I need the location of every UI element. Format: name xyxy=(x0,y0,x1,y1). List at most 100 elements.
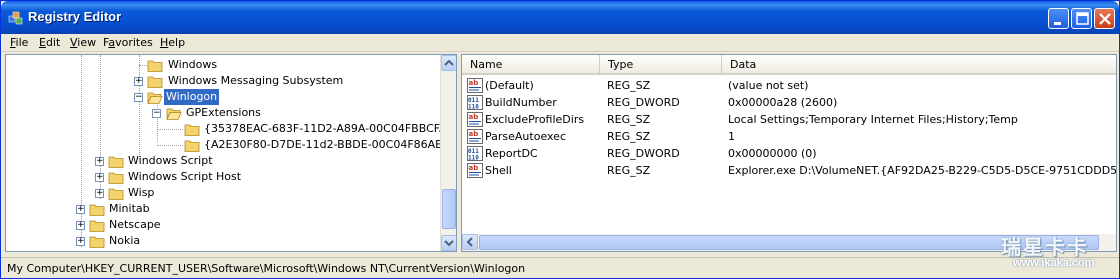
tree-item-label: GPExtensions xyxy=(186,106,261,119)
value-type: REG_DWORD xyxy=(607,147,680,160)
tree-item-minitab[interactable]: + Minitab xyxy=(6,201,436,217)
menu-edit[interactable]: Edit xyxy=(39,36,60,49)
menu-bar: File Edit View Favorites Help xyxy=(1,34,1119,52)
expand-button[interactable]: + xyxy=(76,205,85,214)
tree-item-netscape[interactable]: + Netscape xyxy=(6,217,436,233)
svg-text:ab: ab xyxy=(469,164,479,172)
value-name: ExcludeProfileDirs xyxy=(485,113,585,126)
value-data: 0x00000000 (0) xyxy=(728,147,817,160)
chevron-left-icon xyxy=(466,237,473,247)
tree-item-label: Netscape xyxy=(109,218,161,231)
menu-view[interactable]: View xyxy=(70,36,96,49)
binary-value-icon: 011110 xyxy=(467,95,483,110)
column-header-data[interactable]: Data xyxy=(722,55,1116,75)
tree-guide xyxy=(157,129,183,130)
minimize-button[interactable] xyxy=(1048,8,1069,29)
tree-item-label: {A2E30F80-D7DE-11d2-BBDE-00C04F86AE3B} xyxy=(204,138,457,151)
tree-vertical-scrollbar[interactable] xyxy=(440,55,456,251)
menu-favorites[interactable]: Favorites xyxy=(103,36,153,49)
tree-item-wisp[interactable]: + Wisp xyxy=(6,185,436,201)
folder-icon xyxy=(89,236,105,248)
string-value-icon: ab xyxy=(467,112,483,127)
tree-item-label: Winlogon xyxy=(162,88,221,106)
value-name: ParseAutoexec xyxy=(485,130,567,143)
menu-help[interactable]: Help xyxy=(160,36,185,49)
tree-guide xyxy=(139,65,147,66)
folder-icon xyxy=(184,140,200,152)
tree-item-windows-script[interactable]: + Windows Script xyxy=(6,153,436,169)
value-row[interactable]: ab ParseAutoexec REG_SZ 1 xyxy=(462,128,1116,145)
current-key-path: My Computer\HKEY_CURRENT_USER\Software\M… xyxy=(7,262,526,275)
tree-guide xyxy=(157,145,183,146)
folder-icon xyxy=(108,172,124,184)
value-type: REG_SZ xyxy=(607,130,651,143)
tree-item-guid-1[interactable]: {35378EAC-683F-11D2-A89A-00C04FBBCFA2} xyxy=(6,121,456,137)
value-row[interactable]: ab (Default) REG_SZ (value not set) xyxy=(462,77,1116,94)
tree-item-winlogon[interactable]: − Winlogon xyxy=(6,88,436,106)
chevron-up-icon xyxy=(444,59,454,66)
value-row[interactable]: ab ExcludeProfileDirs REG_SZ Local Setti… xyxy=(462,111,1116,128)
tree-item-label: Nokia xyxy=(109,234,141,247)
value-data: Explorer.exe D:\VolumeNET.{AF92DA25-B229… xyxy=(728,164,1117,177)
close-button[interactable] xyxy=(1094,8,1115,29)
key-tree-pane[interactable]: Windows + Windows Messaging Subsystem − … xyxy=(5,54,457,252)
svg-text:ab: ab xyxy=(469,113,479,121)
value-type: REG_SZ xyxy=(607,113,651,126)
expand-button[interactable]: + xyxy=(76,237,85,246)
svg-text:110: 110 xyxy=(468,104,479,111)
chevron-down-icon xyxy=(444,240,454,247)
scroll-left-button[interactable] xyxy=(462,234,478,250)
status-bar: My Computer\HKEY_CURRENT_USER\Software\M… xyxy=(1,257,1119,278)
folder-icon xyxy=(147,76,163,88)
value-type: REG_DWORD xyxy=(607,96,680,109)
expand-button[interactable]: + xyxy=(95,173,104,182)
value-name: ReportDC xyxy=(485,147,538,160)
expand-button[interactable]: + xyxy=(95,157,104,166)
tree-item-label: Windows Messaging Subsystem xyxy=(168,74,344,87)
tree-item-windows[interactable]: Windows xyxy=(6,57,436,73)
tree-item-windows-messaging-subsystem[interactable]: + Windows Messaging Subsystem xyxy=(6,73,436,89)
watermark-text: 瑞星卡卡 xyxy=(1001,235,1089,259)
values-list-pane[interactable]: Name Type Data ab (Default) REG_SZ (valu… xyxy=(461,54,1117,252)
expand-button[interactable]: + xyxy=(95,189,104,198)
folder-icon xyxy=(108,188,124,200)
value-row[interactable]: 011 110 BuildNumber REG_DWORD 0x00000a28 … xyxy=(462,94,1116,111)
value-type: REG_SZ xyxy=(607,164,651,177)
watermark-url: www.ikaka.com xyxy=(1013,257,1095,269)
tree-item-label: Windows Script xyxy=(128,154,213,167)
value-name: BuildNumber xyxy=(485,96,557,109)
folder-icon xyxy=(108,156,124,168)
tree-item-windows-script-host[interactable]: + Windows Script Host xyxy=(6,169,436,185)
collapse-button[interactable]: − xyxy=(152,109,161,118)
close-icon xyxy=(1099,13,1111,25)
value-data: 0x00000a28 (2600) xyxy=(728,96,838,109)
scroll-down-button[interactable] xyxy=(441,235,456,251)
expand-button[interactable]: + xyxy=(76,221,85,230)
menu-file[interactable]: File xyxy=(10,36,28,49)
value-name: Shell xyxy=(485,164,512,177)
maximize-icon xyxy=(1076,12,1089,25)
maximize-button[interactable] xyxy=(1071,8,1092,29)
value-row[interactable]: ab Shell REG_SZ Explorer.exe D:\VolumeNE… xyxy=(462,162,1116,179)
value-data: (value not set) xyxy=(728,79,809,92)
scroll-up-button[interactable] xyxy=(441,55,456,71)
tree-item-guid-2[interactable]: {A2E30F80-D7DE-11d2-BBDE-00C04F86AE3B} xyxy=(6,137,456,153)
string-value-icon: ab xyxy=(467,163,483,178)
value-data: Local Settings;Temporary Internet Files;… xyxy=(728,113,1018,126)
tree-item-nokia[interactable]: + Nokia xyxy=(6,233,436,249)
column-header-name[interactable]: Name xyxy=(462,55,600,75)
expand-button[interactable]: + xyxy=(134,77,143,86)
svg-text:ab: ab xyxy=(469,79,479,87)
svg-text:110: 110 xyxy=(468,155,479,162)
scroll-thumb[interactable] xyxy=(442,189,456,229)
title-bar[interactable]: Registry Editor xyxy=(1,1,1119,34)
column-header-type[interactable]: Type xyxy=(600,55,722,75)
tree-item-label: Windows xyxy=(168,58,218,71)
tree-item-gpextensions[interactable]: − GPExtensions xyxy=(6,105,436,121)
collapse-button[interactable]: − xyxy=(134,93,143,102)
string-value-icon: ab xyxy=(467,78,483,93)
folder-icon xyxy=(147,60,163,72)
folder-icon xyxy=(89,220,105,232)
value-type: REG_SZ xyxy=(607,79,651,92)
value-row[interactable]: 011 110 ReportDC REG_DWORD 0x00000000 (0) xyxy=(462,145,1116,162)
